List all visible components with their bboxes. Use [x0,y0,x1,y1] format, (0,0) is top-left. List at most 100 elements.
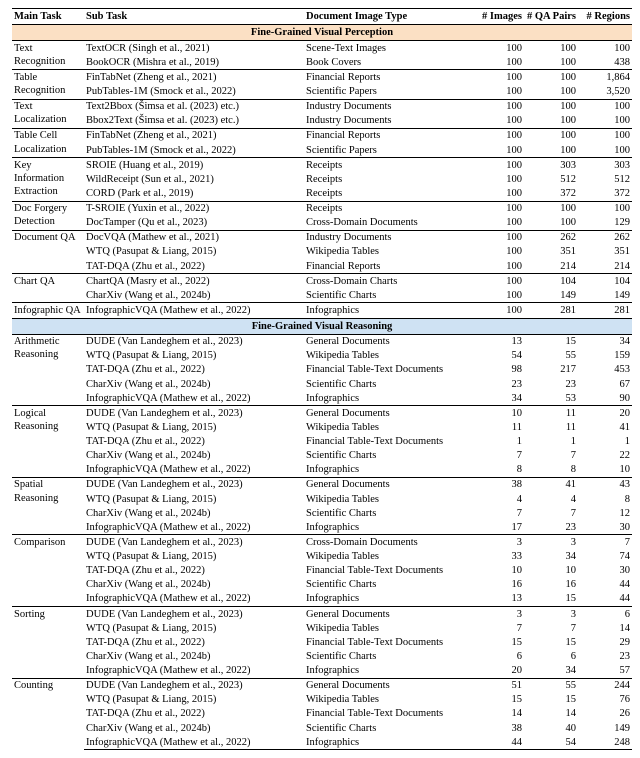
n-images-cell: 100 [474,259,524,274]
main-task-cell: Sorting [12,607,84,679]
main-task-cell: Text Recognition [12,41,84,70]
sub-task-cell: WTQ (Pasupat & Liang, 2015) [84,693,304,707]
n-images-cell: 7 [474,449,524,463]
doc-type-cell: Scientific Charts [304,449,474,463]
n-images-cell: 100 [474,303,524,318]
n-regions-cell: 100 [578,201,632,216]
doc-type-cell: General Documents [304,678,474,693]
sub-task-cell: DUDE (Van Landeghem et al., 2023) [84,477,304,492]
table-row: CharXiv (Wang et al., 2024b)Scientific C… [12,377,632,391]
n-regions-cell: 512 [578,172,632,186]
table-row: CharXiv (Wang et al., 2024b)Scientific C… [12,649,632,663]
n-qa-cell: 149 [524,288,578,303]
n-qa-cell: 7 [524,449,578,463]
doc-type-cell: Wikipedia Tables [304,245,474,259]
doc-type-cell: Infographics [304,592,474,607]
n-regions-cell: 26 [578,707,632,721]
table-row: CharXiv (Wang et al., 2024b)Scientific C… [12,721,632,735]
table-row: PubTables-1M (Smock et al., 2022)Scienti… [12,143,632,158]
section-title: Fine-Grained Visual Reasoning [12,318,632,334]
doc-type-cell: Financial Reports [304,70,474,85]
main-task-cell: Table Cell Localization [12,128,84,157]
table-row: WTQ (Pasupat & Liang, 2015)Wikipedia Tab… [12,492,632,506]
sub-task-cell: InfographicVQA (Mathew et al., 2022) [84,592,304,607]
table-row: InfographicVQA (Mathew et al., 2022)Info… [12,735,632,750]
doc-type-cell: General Documents [304,406,474,421]
n-images-cell: 100 [474,55,524,70]
table-row: CharXiv (Wang et al., 2024b)Scientific C… [12,449,632,463]
main-task-cell: Key Information Extraction [12,158,84,201]
doc-type-cell: Wikipedia Tables [304,693,474,707]
doc-type-cell: Industry Documents [304,99,474,114]
sub-task-cell: TAT-DQA (Zhu et al., 2022) [84,259,304,274]
n-regions-cell: 41 [578,420,632,434]
n-regions-cell: 90 [578,391,632,406]
n-qa-cell: 100 [524,143,578,158]
table-row: WildReceipt (Sun et al., 2021)Receipts10… [12,172,632,186]
table-row: CharXiv (Wang et al., 2024b)Scientific C… [12,506,632,520]
n-regions-cell: 159 [578,349,632,363]
n-images-cell: 7 [474,506,524,520]
doc-type-cell: Wikipedia Tables [304,621,474,635]
sub-task-cell: PubTables-1M (Smock et al., 2022) [84,143,304,158]
n-regions-cell: 14 [578,621,632,635]
n-qa-cell: 11 [524,406,578,421]
table-row: SortingDUDE (Van Landeghem et al., 2023)… [12,607,632,622]
sub-task-cell: T-SROIE (Yuxin et al., 2022) [84,201,304,216]
n-regions-cell: 104 [578,274,632,289]
n-qa-cell: 55 [524,678,578,693]
n-regions-cell: 3,520 [578,85,632,100]
n-images-cell: 54 [474,349,524,363]
n-qa-cell: 15 [524,693,578,707]
n-images-cell: 6 [474,649,524,663]
n-images-cell: 3 [474,607,524,622]
n-images-cell: 100 [474,128,524,143]
n-images-cell: 10 [474,406,524,421]
n-images-cell: 100 [474,274,524,289]
sub-task-cell: DUDE (Van Landeghem et al., 2023) [84,334,304,349]
doc-type-cell: Wikipedia Tables [304,492,474,506]
n-images-cell: 8 [474,463,524,478]
col-n-images: # Images [474,9,524,25]
doc-type-cell: Financial Table-Text Documents [304,363,474,377]
table-row: WTQ (Pasupat & Liang, 2015)Wikipedia Tab… [12,420,632,434]
n-regions-cell: 34 [578,334,632,349]
doc-type-cell: Financial Table-Text Documents [304,707,474,721]
table-row: BookOCR (Mishra et al., 2019)Book Covers… [12,55,632,70]
n-images-cell: 33 [474,550,524,564]
table-row: WTQ (Pasupat & Liang, 2015)Wikipedia Tab… [12,621,632,635]
doc-type-cell: Scientific Charts [304,377,474,391]
n-regions-cell: 29 [578,635,632,649]
n-regions-cell: 22 [578,449,632,463]
table-header-row: Main Task Sub Task Document Image Type #… [12,9,632,25]
n-qa-cell: 262 [524,230,578,245]
doc-type-cell: Wikipedia Tables [304,550,474,564]
table-row: WTQ (Pasupat & Liang, 2015)Wikipedia Tab… [12,550,632,564]
n-regions-cell: 20 [578,406,632,421]
n-qa-cell: 512 [524,172,578,186]
doc-type-cell: Infographics [304,391,474,406]
sub-task-cell: CharXiv (Wang et al., 2024b) [84,649,304,663]
table-row: Table Cell LocalizationFinTabNet (Zheng … [12,128,632,143]
sub-task-cell: FinTabNet (Zheng et al., 2021) [84,70,304,85]
sub-task-cell: InfographicVQA (Mathew et al., 2022) [84,303,304,318]
n-qa-cell: 7 [524,621,578,635]
n-regions-cell: 1,864 [578,70,632,85]
n-regions-cell: 76 [578,693,632,707]
sub-task-cell: DocTamper (Qu et al., 2023) [84,216,304,231]
n-qa-cell: 8 [524,463,578,478]
doc-type-cell: Scientific Charts [304,288,474,303]
n-images-cell: 15 [474,635,524,649]
n-qa-cell: 54 [524,735,578,750]
n-qa-cell: 281 [524,303,578,318]
n-regions-cell: 214 [578,259,632,274]
n-images-cell: 13 [474,334,524,349]
n-images-cell: 20 [474,664,524,679]
n-qa-cell: 10 [524,564,578,578]
n-qa-cell: 351 [524,245,578,259]
sub-task-cell: TextOCR (Singh et al., 2021) [84,41,304,56]
n-qa-cell: 217 [524,363,578,377]
n-qa-cell: 23 [524,377,578,391]
sub-task-cell: DUDE (Van Landeghem et al., 2023) [84,535,304,550]
n-qa-cell: 14 [524,707,578,721]
